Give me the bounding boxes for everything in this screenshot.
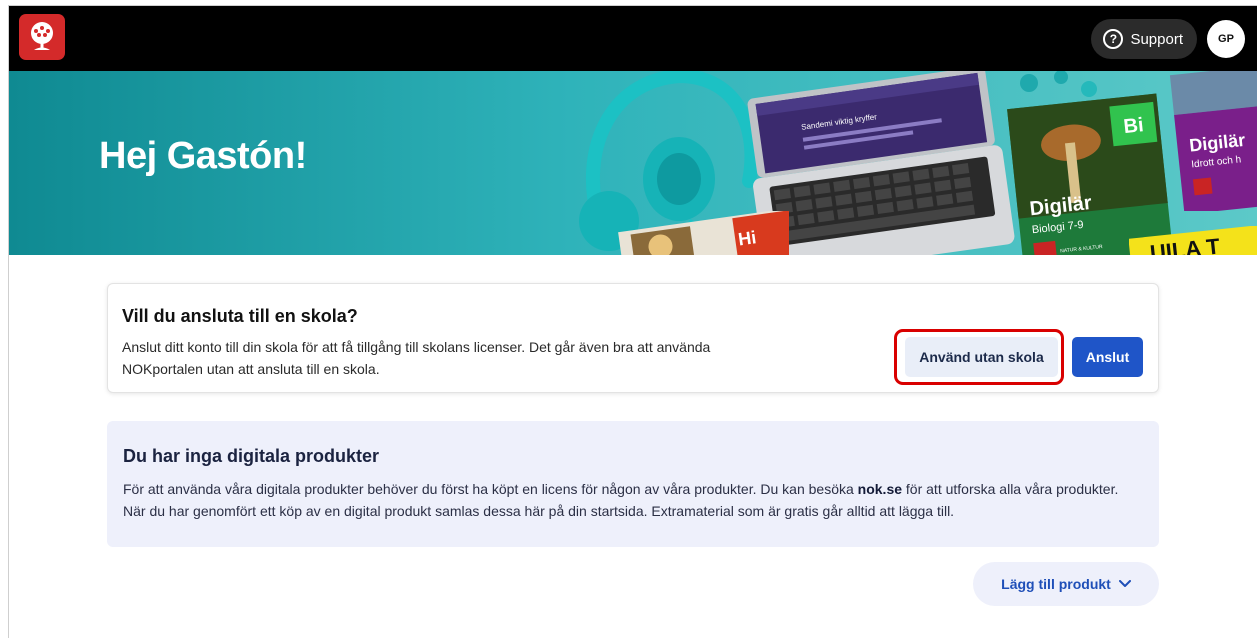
nok-link[interactable]: nok.se: [858, 481, 902, 497]
add-product-label: Lägg till produkt: [1001, 576, 1111, 592]
connect-card-text: Anslut ditt konto till din skola för att…: [122, 339, 711, 377]
hero-banner: Hej Gastón! Sandemi viktig kryffer Bi Di…: [9, 71, 1257, 255]
no-products-panel: Du har inga digitala produkter För att a…: [107, 421, 1159, 547]
connect-card-title: Vill du ansluta till en skola?: [122, 306, 358, 326]
sport-book-image: Digilär Idrott och h: [1169, 71, 1257, 211]
app-window: ? Support GP Hej Gastón! Sandemi viktig …: [8, 5, 1257, 638]
no-products-text-before: För att använda våra digitala produkter …: [123, 481, 858, 497]
connect-school-card: Vill du ansluta till en skola? Anslut di…: [107, 283, 1159, 393]
yellow-strip-image: UILA T: [1129, 226, 1257, 255]
chevron-down-icon: [1118, 580, 1131, 587]
question-circle-icon: ?: [1103, 29, 1124, 49]
greeting-title: Hej Gastón!: [99, 135, 307, 177]
top-bar: ? Support GP: [9, 6, 1257, 71]
history-badge: Hi: [737, 227, 758, 249]
avatar[interactable]: GP: [1207, 20, 1245, 58]
connect-button[interactable]: Anslut: [1072, 337, 1143, 377]
history-book-image: Hi: [618, 211, 789, 255]
support-label: Support: [1130, 30, 1183, 48]
add-product-button[interactable]: Lägg till produkt: [973, 562, 1159, 606]
no-products-title: Du har inga digitala produkter: [123, 446, 380, 466]
tree-logo-icon[interactable]: [19, 14, 65, 60]
no-products-text: För att använda våra digitala produkter …: [123, 478, 1133, 522]
biology-badge: Bi: [1122, 114, 1144, 138]
support-button[interactable]: ? Support: [1091, 19, 1197, 59]
use-without-school-button[interactable]: Använd utan skola: [905, 337, 1058, 377]
